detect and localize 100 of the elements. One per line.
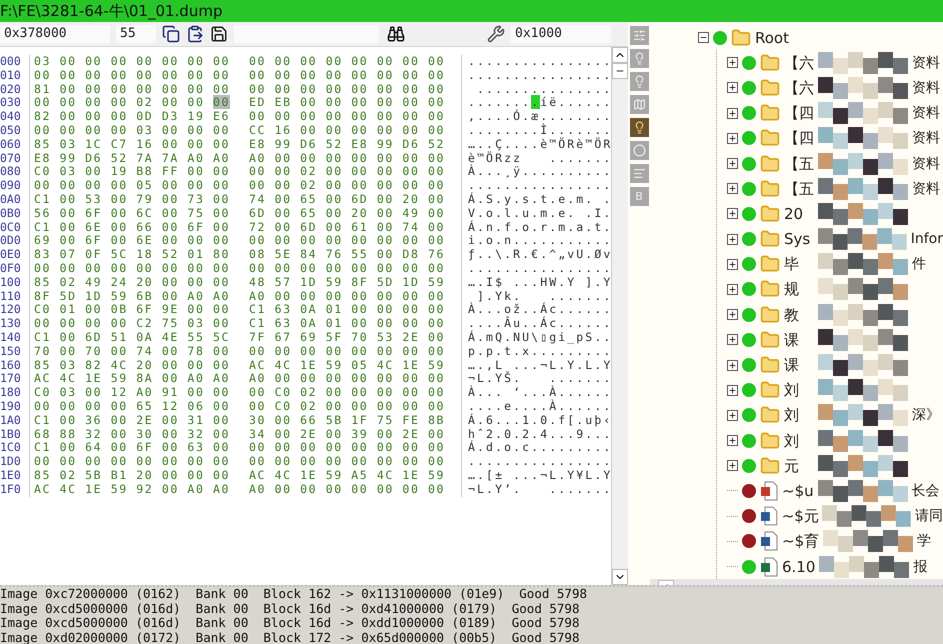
folder-icon (760, 229, 780, 250)
folder-icon (760, 430, 780, 451)
hex-bytes: A0 00 00 00 00 00 00 00 (249, 372, 446, 386)
row-offset: 010 (0, 68, 30, 83)
wrench-icon[interactable] (487, 25, 505, 43)
expand-toggle[interactable] (727, 82, 738, 94)
tree-item[interactable]: 【四 (784, 102, 814, 124)
expand-toggle[interactable] (727, 410, 738, 421)
tree-item[interactable]: ~$u (782, 480, 814, 502)
sliders-icon[interactable] (630, 26, 648, 45)
tree-item[interactable]: Root (755, 26, 789, 49)
expand-toggle[interactable] (727, 435, 738, 446)
hex-bytes: 00 00 02 00 00 00 00 00 (249, 165, 446, 180)
collapse-toggle[interactable] (698, 32, 709, 44)
folder-icon (760, 279, 780, 300)
expand-toggle[interactable] (727, 258, 738, 270)
tree-item[interactable]: ~$育 (782, 530, 820, 552)
hex-bytes: 72 00 6D 00 61 00 74 00 (249, 220, 446, 234)
tree-item[interactable]: 6.10 (782, 556, 816, 578)
hex-bytes: 74 00 65 00 6D 00 20 00 (249, 192, 446, 207)
expand-toggle[interactable] (727, 108, 738, 119)
hex-bytes: AC 4C 1E 59 05 4C 1E 59 (249, 358, 446, 372)
tree-item[interactable]: 刘 (784, 379, 814, 402)
tree-item[interactable]: 【五 (784, 178, 814, 200)
tree-item[interactable]: ~$元 (782, 505, 818, 528)
expand-toggle[interactable] (727, 183, 738, 194)
tree-item[interactable]: 【六 (784, 76, 814, 99)
expand-toggle[interactable] (727, 284, 738, 295)
tree-item-tail: 资料 (912, 154, 940, 173)
hex-bytes: C1 00 6E 00 66 00 6F 00 (33, 220, 232, 234)
tree-item[interactable]: 教 (784, 304, 814, 326)
tree-item-tail: Infor (910, 231, 943, 248)
expand-toggle[interactable] (727, 384, 738, 396)
hex-bytes: A0 00 00 00 00 00 00 00 (249, 152, 446, 166)
row-offset: 030 (0, 96, 30, 110)
expand-toggle[interactable] (727, 460, 738, 472)
tree-item[interactable]: 刘 (784, 430, 814, 452)
expand-toggle[interactable] (727, 309, 738, 320)
tree-item[interactable]: 课 (784, 354, 814, 376)
expand-toggle[interactable] (727, 208, 738, 220)
hex-bytes: 00 00 00 00 65 12 06 00 (33, 400, 232, 414)
expand-toggle[interactable] (727, 234, 738, 245)
row-offset: 1F0 (0, 482, 30, 496)
row-offset: 1A0 (0, 414, 30, 428)
tree-item[interactable]: 20 (784, 202, 814, 225)
expand-toggle[interactable] (727, 360, 738, 371)
save-icon[interactable] (210, 25, 228, 43)
address-field[interactable]: 0x378000 (0, 25, 110, 43)
tree-item[interactable]: 【六 (784, 52, 814, 74)
tree-item-tail: 长会 (912, 482, 940, 500)
hex-bytes: 7F 67 69 5F 70 53 2E 00 (249, 330, 446, 345)
row-offset: 110 (0, 290, 30, 304)
tree-item[interactable]: 毕 (784, 253, 814, 276)
plus-icon (728, 209, 737, 218)
hex-bytes: AC 4C 1E 59 92 00 A0 A0 (33, 482, 232, 496)
scroll-up-button[interactable] (612, 47, 628, 63)
hex-bytes: 70 00 70 00 74 00 78 00 (33, 344, 232, 359)
scroll-down-button[interactable] (612, 569, 628, 585)
copy-icon[interactable] (162, 25, 180, 43)
block-size-field[interactable]: 0x1000 (511, 25, 611, 43)
expand-toggle[interactable] (727, 158, 738, 170)
hex-bytes: 00 00 00 00 00 00 00 00 (33, 262, 232, 276)
hex-bytes: 00 C0 02 00 00 00 00 00 (249, 400, 446, 414)
folder-icon (760, 254, 780, 274)
tree-item[interactable]: 规 (784, 278, 814, 300)
paste-icon[interactable] (186, 25, 204, 43)
folder-icon (760, 456, 780, 476)
expand-toggle[interactable] (727, 57, 738, 68)
folder-icon (760, 154, 780, 174)
hex-bytes: 00 00 00 00 05 00 00 00 (33, 179, 232, 193)
hex-bytes: 00 C0 02 00 00 00 00 00 (249, 386, 446, 400)
expand-toggle[interactable] (727, 334, 738, 346)
hex-bytes: 00 00 02 00 00 00 00 00 (249, 179, 446, 193)
tree-item[interactable]: 课 (784, 328, 814, 351)
binoculars-icon[interactable] (387, 25, 405, 43)
tree-item[interactable]: 刘 (784, 404, 814, 426)
plus-icon (728, 410, 737, 420)
tree-item[interactable]: Sys (784, 228, 814, 250)
folder-icon (760, 103, 780, 124)
row-offset: 060 (0, 138, 30, 152)
tree-item[interactable]: 【四 (784, 127, 814, 150)
value-field[interactable]: 55 (116, 25, 156, 43)
plus-icon (728, 234, 737, 244)
log-line: Image 0xd02000000 (0172) Bank 00 Block 172 -> 0x65d000000 (00b5) Good 5798 (0, 630, 580, 644)
tree-item[interactable]: 元 (784, 454, 814, 477)
folder-icon (760, 78, 780, 98)
row-offset: 100 (0, 276, 30, 290)
hex-bytes: 00 00 00 00 00 00 00 00 (249, 262, 446, 276)
tree-item-tail: 报 (913, 558, 928, 576)
hex-bytes: 85 03 82 4C 20 00 00 00 (33, 358, 232, 372)
tree-item-tail: 资料 (912, 104, 940, 122)
scroll-minus-button[interactable] (612, 63, 628, 79)
plus-icon (728, 386, 737, 395)
expand-toggle[interactable] (727, 132, 738, 144)
lightbulb-icon[interactable] (630, 118, 648, 137)
tree-item[interactable]: 【五 (784, 152, 814, 175)
cursor-char[interactable]: . (531, 95, 540, 110)
hex-bytes: 81 00 00 00 00 00 00 00 (33, 82, 232, 96)
hex-bytes: 83 07 0F 5C 18 52 01 80 (33, 248, 232, 262)
hex-bytes: 08 5E 84 76 55 00 D8 76 (249, 248, 446, 262)
